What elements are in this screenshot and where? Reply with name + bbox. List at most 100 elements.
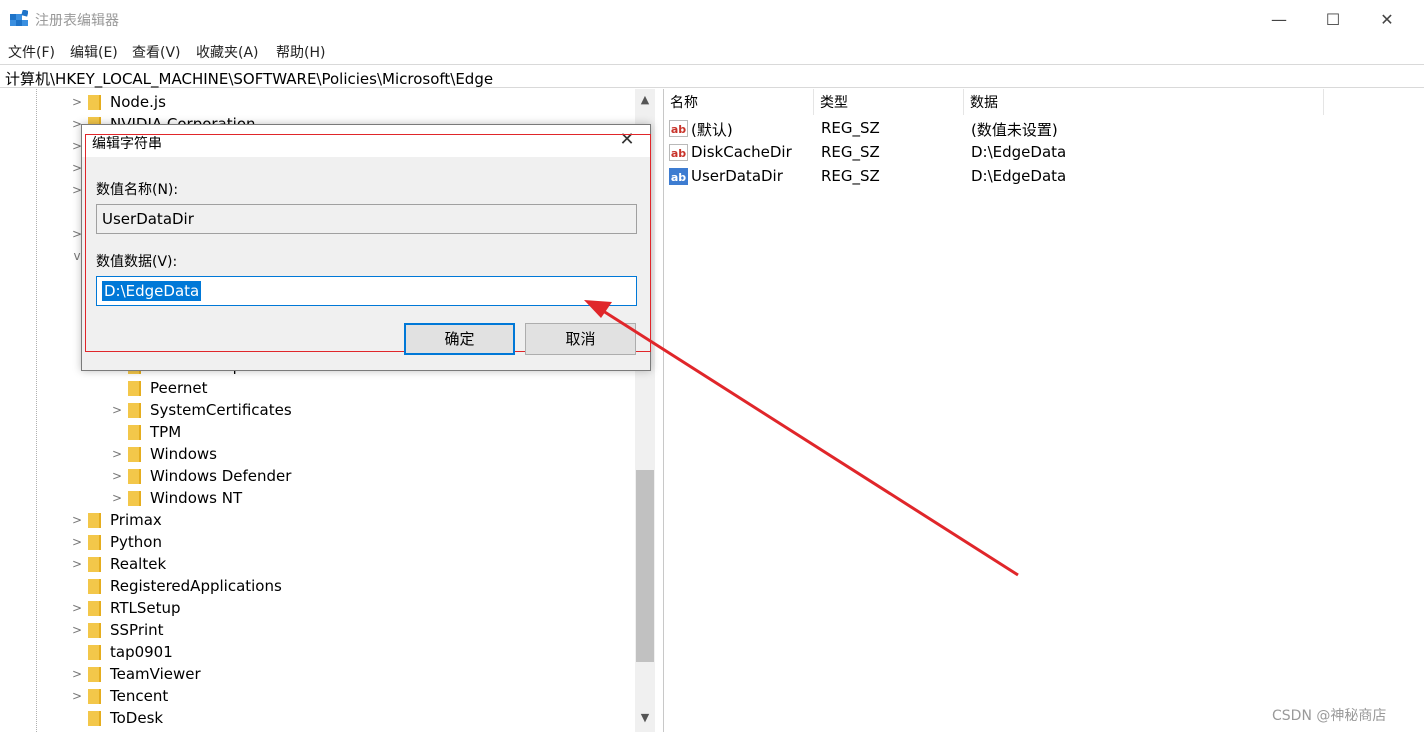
value-type: REG_SZ (821, 119, 880, 137)
folder-icon (88, 622, 102, 638)
value-name: (默认) (691, 121, 733, 139)
value-data-label: 数值数据(V): (96, 254, 178, 270)
chevron-right-icon[interactable]: > (70, 95, 84, 109)
value-name: UserDataDir (691, 167, 783, 185)
folder-icon (88, 556, 102, 572)
tree-item[interactable]: > Python (70, 531, 162, 553)
chevron-right-icon[interactable]: > (70, 513, 84, 527)
tree-item-label: Windows (150, 445, 217, 463)
window-title: 注册表编辑器 (35, 13, 119, 29)
tree-item[interactable]: > SSPrint (70, 619, 164, 641)
folder-icon (88, 666, 102, 682)
title-bar: 注册表编辑器 — ☐ ✕ (0, 0, 1424, 38)
close-icon[interactable]: ✕ (614, 129, 640, 153)
tree-item[interactable]: > Realtek (70, 553, 166, 575)
menu-edit[interactable]: 编辑(E) (70, 42, 118, 62)
tree-item-label: Realtek (110, 555, 167, 573)
tree-item[interactable]: > SystemCertificates (110, 399, 292, 421)
tree-item-label: Windows Defender (150, 467, 292, 485)
list-item[interactable]: ab UserDataDir REG_SZ D:\EdgeData (664, 165, 1422, 189)
tree-item-label: Windows NT (150, 489, 243, 507)
tree-item[interactable]: TPM (110, 421, 181, 443)
dialog-title-bar: 编辑字符串 ✕ (82, 125, 650, 157)
tree-item-label: SystemCertificates (150, 401, 292, 419)
tree-item-label: TeamViewer (110, 665, 201, 683)
tree-item-label: Tencent (110, 687, 169, 705)
tree-item-label: Primax (110, 511, 162, 529)
address-bar[interactable]: 计算机\HKEY_LOCAL_MACHINE\SOFTWARE\Policies… (0, 64, 1424, 88)
chevron-right-icon[interactable]: > (70, 601, 84, 615)
tree-guide-line (36, 89, 37, 732)
ab-string-icon: ab (669, 120, 688, 137)
folder-icon (128, 380, 142, 396)
list-item[interactable]: ab (默认) REG_SZ (数值未设置) (664, 117, 1422, 141)
value-data-text: D:\EdgeData (102, 281, 202, 301)
cancel-button[interactable]: 取消 (525, 323, 636, 355)
scroll-up-icon[interactable]: ▲ (635, 89, 655, 111)
tree-item-label: Node.js (110, 93, 166, 111)
edit-string-dialog: 编辑字符串 ✕ 数值名称(N): UserDataDir 数值数据(V): D:… (81, 124, 651, 371)
folder-icon (128, 424, 142, 440)
tree-item[interactable]: > Tencent (70, 685, 168, 707)
tree-item[interactable]: Peernet (110, 377, 208, 399)
value-name-label: 数值名称(N): (96, 182, 179, 198)
folder-icon (128, 446, 142, 462)
folder-icon (88, 600, 102, 616)
chevron-right-icon[interactable]: > (110, 403, 124, 417)
tree-item[interactable]: > TeamViewer (70, 663, 201, 685)
tree-item[interactable]: tap0901 (70, 641, 173, 663)
value-data: D:\EdgeData (971, 143, 1067, 161)
watermark: CSDN @神秘商店 (1272, 708, 1387, 724)
column-header-name[interactable]: 名称 (664, 89, 814, 115)
chevron-right-icon[interactable]: > (70, 535, 84, 549)
menu-bar: 文件(F) 编辑(E) 查看(V) 收藏夹(A) 帮助(H) (0, 38, 1424, 64)
chevron-right-icon[interactable]: > (110, 491, 124, 505)
tree-item[interactable]: > Node.js (70, 91, 166, 113)
maximize-button[interactable]: ☐ (1306, 0, 1360, 38)
ok-button[interactable]: 确定 (404, 323, 515, 355)
address-path[interactable]: 计算机\HKEY_LOCAL_MACHINE\SOFTWARE\Policies… (5, 68, 493, 89)
column-header-data[interactable]: 数据 (964, 89, 1324, 115)
tree-item[interactable]: > Primax (70, 509, 162, 531)
chevron-right-icon[interactable]: > (70, 557, 84, 571)
tree-item[interactable]: ToDesk (70, 707, 163, 729)
dialog-title: 编辑字符串 (92, 136, 162, 152)
list-item[interactable]: ab DiskCacheDir REG_SZ D:\EdgeData (664, 141, 1422, 165)
folder-icon (128, 490, 142, 506)
ab-string-icon: ab (669, 168, 688, 185)
menu-favorites[interactable]: 收藏夹(A) (196, 42, 259, 62)
folder-icon (88, 94, 102, 110)
close-button[interactable]: ✕ (1360, 0, 1414, 38)
folder-icon (128, 468, 142, 484)
chevron-right-icon[interactable]: > (70, 689, 84, 703)
ab-string-icon: ab (669, 144, 688, 161)
chevron-right-icon[interactable]: > (70, 667, 84, 681)
chevron-right-icon[interactable]: > (70, 623, 84, 637)
menu-file[interactable]: 文件(F) (8, 42, 55, 62)
minimize-button[interactable]: — (1252, 0, 1306, 38)
tree-item[interactable]: > Windows Defender (110, 465, 291, 487)
values-list[interactable]: 名称 类型 数据 ab (默认) REG_SZ (数值未设置) ab DiskC… (663, 89, 1421, 732)
scroll-down-icon[interactable]: ▼ (635, 707, 655, 729)
tree-item-label: RTLSetup (110, 599, 181, 617)
folder-icon (88, 710, 102, 726)
tree-item[interactable]: > Windows (110, 443, 217, 465)
chevron-right-icon[interactable]: > (110, 469, 124, 483)
folder-icon (88, 688, 102, 704)
tree-item-label: Peernet (150, 379, 208, 397)
menu-help[interactable]: 帮助(H) (276, 42, 325, 62)
column-header-type[interactable]: 类型 (814, 89, 964, 115)
value-data-input[interactable]: D:\EdgeData (96, 276, 637, 306)
value-name: DiskCacheDir (691, 143, 792, 161)
annotation-box (85, 134, 651, 352)
chevron-right-icon[interactable]: > (110, 447, 124, 461)
folder-icon (88, 578, 102, 594)
tree-item[interactable]: > Windows NT (110, 487, 242, 509)
value-type: REG_SZ (821, 143, 880, 161)
tree-item-label: Python (110, 533, 162, 551)
tree-item[interactable]: RegisteredApplications (70, 575, 282, 597)
tree-item[interactable]: > RTLSetup (70, 597, 181, 619)
folder-icon (88, 512, 102, 528)
menu-view[interactable]: 查看(V) (132, 42, 181, 62)
scroll-thumb[interactable] (636, 470, 654, 662)
